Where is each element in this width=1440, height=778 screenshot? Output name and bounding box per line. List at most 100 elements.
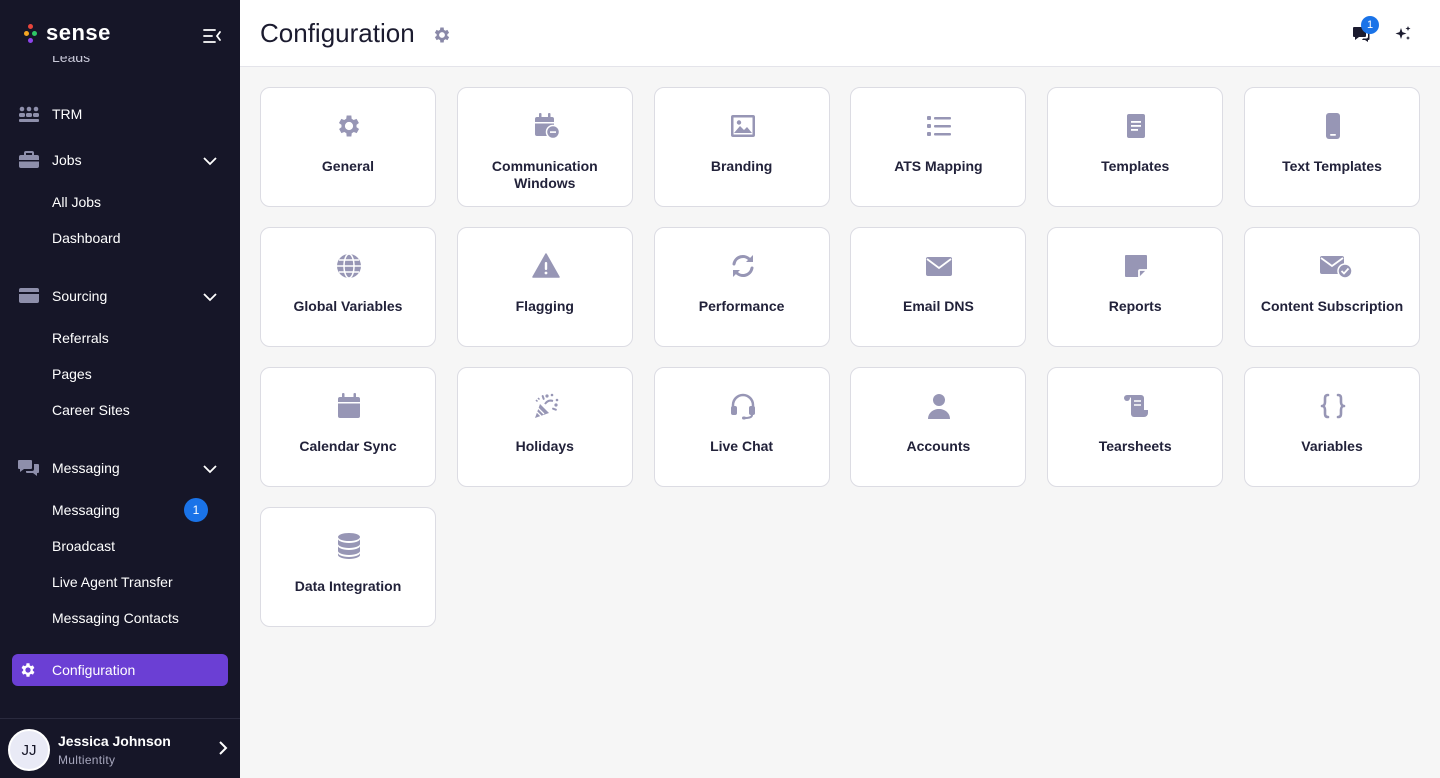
sparkle-icon[interactable] (1394, 25, 1412, 43)
card-label: Flagging (515, 298, 574, 314)
card-accounts[interactable]: Accounts (850, 367, 1027, 487)
sidebar-subitem-all-jobs[interactable]: All Jobs (52, 188, 228, 216)
brand-name: sense (46, 20, 111, 45)
sidebar-item-jobs[interactable]: Jobs (0, 142, 240, 178)
card-label: Email DNS (902, 298, 974, 314)
card-performance[interactable]: Performance (653, 227, 830, 347)
notification-badge: 1 (1361, 16, 1379, 34)
avatar: JJ (8, 729, 50, 771)
chat-bubbles-icon (18, 458, 40, 478)
card-label: Live Chat (710, 438, 774, 454)
card-live-chat[interactable]: Live Chat (653, 367, 830, 487)
chevron-right-icon[interactable] (214, 739, 232, 757)
card-label: Variables (1301, 438, 1363, 454)
gear-icon (335, 112, 363, 140)
page-title: Configuration (260, 18, 415, 48)
card-label: Communication Windows (491, 158, 598, 191)
card-reports[interactable]: Reports (1047, 227, 1224, 347)
card-flagging[interactable]: Flagging (456, 227, 633, 347)
sidebar-item-messaging[interactable]: Messaging (0, 450, 240, 486)
document-icon (1122, 112, 1150, 140)
image-icon (729, 112, 757, 140)
card-label: ATS Mapping (894, 158, 983, 174)
card-label: Global Variables (293, 298, 403, 314)
chevron-down-icon[interactable] (202, 153, 218, 169)
card-content-subscription[interactable]: Content Subscription (1244, 227, 1420, 347)
refresh-icon (729, 252, 757, 280)
card-label: Data Integration (294, 578, 402, 594)
sidebar-subitem-messaging-contacts[interactable]: Messaging Contacts (52, 604, 228, 632)
card-label: Calendar Sync (299, 438, 397, 454)
card-holidays[interactable]: Holidays (456, 367, 633, 487)
gear-icon[interactable] (432, 25, 452, 45)
card-data-integration[interactable]: Data Integration (260, 507, 436, 627)
envelope-check-icon (1319, 252, 1353, 280)
card-communication-windows[interactable]: Communication Windows (456, 87, 633, 207)
sidebar-subitem-broadcast[interactable]: Broadcast (52, 532, 228, 560)
logo-dots-icon (24, 22, 38, 44)
sidebar-subitem-pages[interactable]: Pages (52, 360, 228, 388)
sidebar-item-configuration[interactable]: Configuration (12, 654, 228, 686)
briefcase-icon (18, 150, 40, 170)
sidebar: sense Leads TRM Jobs All Jobs Dashboard … (0, 0, 240, 778)
chevron-down-icon[interactable] (202, 289, 218, 305)
headset-icon (729, 392, 757, 420)
list-icon (925, 112, 953, 140)
sidebar-item-label: TRM (52, 106, 83, 122)
warning-icon (532, 252, 560, 280)
sidebar-subitem-label: Messaging (52, 502, 120, 518)
sidebar-item-label: Sourcing (52, 288, 108, 304)
card-calendar-sync[interactable]: Calendar Sync (260, 367, 436, 487)
user-icon (925, 392, 953, 420)
globe-icon (335, 252, 363, 280)
card-label: Text Templates (1282, 158, 1382, 174)
sidebar-subitem-live-agent-transfer[interactable]: Live Agent Transfer (52, 568, 228, 596)
card-global-variables[interactable]: Global Variables (260, 227, 436, 347)
card-icon (18, 286, 40, 306)
sidebar-subitem-career-sites[interactable]: Career Sites (52, 396, 228, 424)
card-label: Templates (1101, 158, 1170, 174)
card-label: Holidays (515, 438, 574, 454)
card-variables[interactable]: Variables (1244, 367, 1420, 487)
card-ats-mapping[interactable]: ATS Mapping (850, 87, 1027, 207)
card-label: Reports (1108, 298, 1162, 314)
user-profile[interactable]: JJ Jessica Johnson Multientity (0, 718, 240, 778)
card-tearsheets[interactable]: Tearsheets (1047, 367, 1224, 487)
braces-icon (1319, 392, 1347, 420)
user-org: Multientity (58, 753, 116, 767)
sidebar-item-sourcing[interactable]: Sourcing (0, 278, 240, 314)
card-label: Accounts (906, 438, 971, 454)
chevron-down-icon[interactable] (202, 461, 218, 477)
card-email-dns[interactable]: Email DNS (850, 227, 1027, 347)
calendar-clock-icon (532, 112, 560, 140)
people-grid-icon (18, 104, 40, 124)
envelope-icon (925, 252, 953, 280)
card-label: Content Subscription (1260, 298, 1404, 314)
card-label: Branding (710, 158, 773, 174)
card-label: Tearsheets (1098, 438, 1172, 454)
sidebar-item-label: Configuration (52, 662, 136, 678)
brand-logo[interactable]: sense (24, 20, 111, 46)
card-label: General (321, 158, 375, 174)
note-icon (1122, 252, 1150, 280)
card-text-templates[interactable]: Text Templates (1244, 87, 1420, 207)
sidebar-item-label: Messaging (52, 460, 120, 476)
sidebar-item-label: Jobs (52, 152, 82, 168)
confetti-icon (532, 392, 560, 420)
sidebar-item-trm[interactable]: TRM (0, 96, 240, 132)
card-templates[interactable]: Templates (1047, 87, 1224, 207)
sidebar-subitem-messaging[interactable]: Messaging 1 (52, 496, 228, 524)
collapse-sidebar-icon[interactable] (200, 24, 224, 48)
database-icon (335, 532, 363, 560)
sidebar-subitem-referrals[interactable]: Referrals (52, 324, 228, 352)
gear-icon (19, 661, 37, 679)
calendar-icon (335, 392, 363, 420)
card-general[interactable]: General (260, 87, 436, 207)
top-header: Configuration 1 (240, 0, 1440, 67)
phone-icon (1319, 112, 1347, 140)
card-branding[interactable]: Branding (653, 87, 830, 207)
sidebar-item-clipped[interactable]: Leads (52, 56, 102, 66)
scroll-icon (1122, 392, 1150, 420)
sidebar-subitem-dashboard[interactable]: Dashboard (52, 224, 228, 252)
user-name: Jessica Johnson (58, 733, 171, 749)
